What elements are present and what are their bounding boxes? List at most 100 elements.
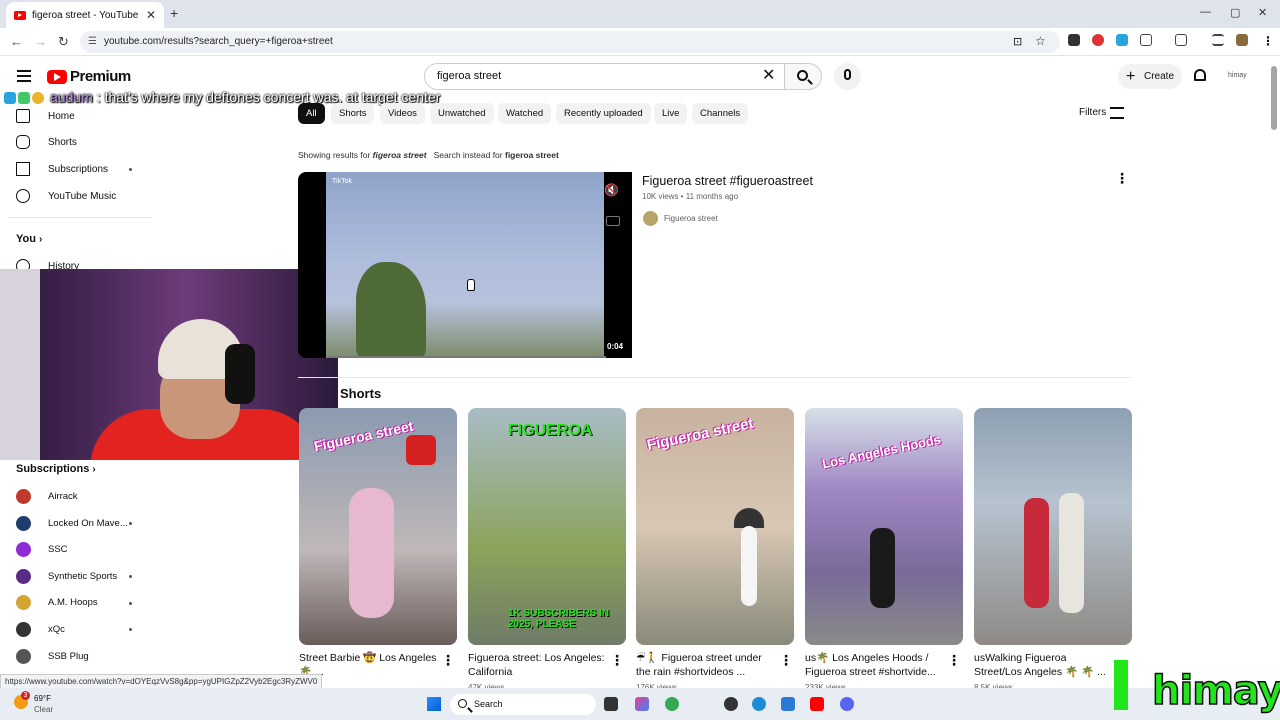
more-options-icon[interactable] [441, 652, 455, 669]
new-content-dot [129, 575, 132, 578]
minimize-button[interactable]: — [1200, 6, 1211, 18]
chip-channels[interactable]: Channels [692, 103, 749, 124]
browser-menu-icon[interactable]: ⋮ [1262, 34, 1274, 48]
site-info-icon[interactable]: ☰ [88, 31, 97, 53]
chip-all[interactable]: All [298, 103, 325, 124]
copilot-icon[interactable] [635, 697, 649, 711]
captions-icon[interactable] [606, 216, 620, 226]
sidebar-item-youtube-music[interactable]: YouTube Music [16, 186, 116, 206]
url-text: youtube.com/results?search_query=+figero… [104, 36, 333, 47]
filters-button[interactable]: Filters [1079, 107, 1106, 118]
youtube-app-icon[interactable] [810, 697, 824, 711]
video-thumbnail[interactable]: TikTok [298, 172, 632, 358]
avatar [16, 541, 31, 557]
extension-icon[interactable] [1116, 34, 1128, 46]
reload-icon[interactable]: ↻ [58, 34, 69, 50]
subscription-item[interactable]: SSC [16, 540, 68, 558]
windows-start-icon[interactable] [427, 697, 441, 711]
original-query-link[interactable]: figeroa street [505, 150, 559, 160]
profile-avatar[interactable] [1236, 34, 1248, 46]
chip-shorts[interactable]: Shorts [331, 103, 375, 124]
sidebar-subscriptions-heading[interactable]: Subscriptions › [16, 463, 96, 475]
install-app-icon[interactable]: ⊡ [1013, 35, 1022, 48]
short-thumbnail[interactable]: Los Angeles Hoods [805, 408, 963, 645]
taskbar-search[interactable]: Search [450, 694, 596, 715]
media-control-icon[interactable] [1175, 34, 1187, 46]
sidebar-item-shorts[interactable]: Shorts [16, 132, 77, 152]
more-options-icon[interactable] [610, 652, 624, 669]
short-thumbnail[interactable]: FIGUEROA 1K SUBSCRIBERS IN 2025, PLEASE [468, 408, 626, 645]
hamburger-menu-icon[interactable] [17, 70, 31, 82]
bookmark-star-icon[interactable]: ☆ [1035, 34, 1046, 48]
short-title[interactable]: Figueroa street: Los Angeles: California [468, 651, 608, 679]
chip-recently-uploaded[interactable]: Recently uploaded [556, 103, 651, 124]
clear-search-icon[interactable]: ✕ [762, 67, 775, 85]
sidebar-item-subscriptions[interactable]: Subscriptions [16, 159, 108, 179]
maximize-button[interactable]: ▢ [1230, 6, 1240, 19]
corrected-query-link[interactable]: figeroa street [373, 150, 427, 160]
channel-name[interactable]: Figueroa street [664, 214, 718, 223]
extension-icon[interactable] [1092, 34, 1104, 46]
subscription-item[interactable]: Airrack [16, 487, 78, 505]
chip-live[interactable]: Live [654, 103, 688, 124]
voice-search-button[interactable] [834, 63, 861, 90]
short-thumbnail[interactable]: Figueroa street [299, 408, 457, 645]
page-scrollbar[interactable] [1271, 66, 1277, 130]
link-status-url: https://www.youtube.com/watch?v=dOYEqzVv… [0, 674, 323, 689]
filters-icon[interactable] [1110, 107, 1124, 119]
extension-icon[interactable] [1068, 34, 1080, 46]
subscription-item[interactable]: Synthetic Sports [16, 567, 117, 585]
tab-close-icon[interactable]: ✕ [146, 8, 156, 22]
short-title[interactable]: usWalking Figueroa Street/Los Angeles 🌴 … [974, 651, 1114, 679]
notifications-bell-icon[interactable] [1194, 69, 1206, 81]
url-field[interactable]: ☰ youtube.com/results?search_query=+fige… [80, 31, 1060, 53]
short-thumbnail[interactable]: Figueroa street [636, 408, 794, 645]
short-title[interactable]: ☔🚶 Figueroa street under the rain #short… [636, 651, 776, 679]
more-options-icon[interactable] [779, 652, 793, 669]
extensions-puzzle-icon[interactable] [1140, 34, 1152, 46]
sidebar-item-home[interactable]: Home [16, 106, 75, 126]
new-content-dot [129, 602, 132, 605]
chip-unwatched[interactable]: Unwatched [430, 103, 494, 124]
task-view-icon[interactable] [604, 697, 618, 711]
chrome-icon[interactable] [665, 697, 679, 711]
youtube-premium-logo[interactable]: Premium [47, 68, 131, 85]
chip-videos[interactable]: Videos [380, 103, 425, 124]
short-thumbnail[interactable] [974, 408, 1132, 645]
search-button[interactable] [784, 63, 822, 90]
subscription-item[interactable]: SSB Plug [16, 647, 89, 665]
account-avatar[interactable]: himay [1228, 72, 1247, 79]
new-tab-button[interactable]: + [170, 5, 178, 21]
subscription-item[interactable]: xQc [16, 620, 65, 638]
subscription-item[interactable]: A.M. Hoops [16, 593, 98, 611]
back-icon[interactable]: ← [10, 34, 23, 49]
channel-avatar[interactable] [643, 211, 658, 226]
browser-tab[interactable]: figeroa street - YouTube ✕ [6, 2, 164, 28]
close-window-button[interactable]: ✕ [1258, 6, 1267, 19]
weather-description: Clear [34, 705, 54, 714]
search-input[interactable]: figeroa street [424, 63, 786, 90]
person-figure [741, 526, 757, 606]
forward-icon[interactable]: → [34, 34, 47, 49]
video-title[interactable]: Figueroa street #figueroastreet [642, 174, 813, 188]
mute-icon[interactable]: 🔇 [604, 183, 619, 197]
more-options-icon[interactable] [947, 652, 961, 669]
more-options-icon[interactable] [1115, 170, 1129, 187]
duration-badge: 0:04 [604, 341, 627, 352]
microphone-icon [844, 69, 851, 80]
umbrella [734, 508, 764, 528]
edge-icon[interactable] [752, 697, 766, 711]
video-progress-bar[interactable] [328, 356, 606, 358]
subscription-item[interactable]: Locked On Mave... [16, 514, 128, 532]
person-figure [1059, 493, 1084, 613]
obs-icon[interactable] [724, 697, 738, 711]
short-title[interactable]: us🌴 Los Angeles Hoods / Figueroa street … [805, 651, 945, 679]
section-divider [298, 377, 1131, 378]
discord-icon[interactable] [840, 697, 854, 711]
store-icon[interactable] [781, 697, 795, 711]
chip-watched[interactable]: Watched [498, 103, 552, 124]
sidebar-divider [8, 217, 152, 218]
create-button[interactable]: + Create [1118, 64, 1182, 89]
sidebar-you-heading[interactable]: You › [16, 233, 42, 245]
reading-list-icon[interactable] [1212, 34, 1224, 46]
